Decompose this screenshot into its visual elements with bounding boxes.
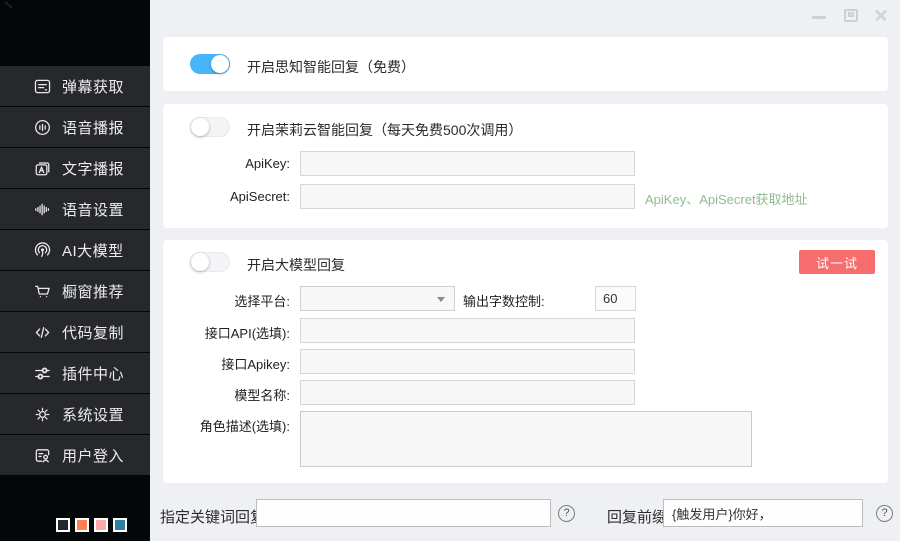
- sidebar-item-label: 代码复制: [62, 322, 124, 343]
- text-broadcast-icon: [33, 159, 52, 178]
- sidebar-item-label: 语音播报: [62, 117, 124, 138]
- model-name-input[interactable]: [300, 380, 635, 405]
- sidebar-item-plugin-center[interactable]: 插件中心: [0, 353, 150, 393]
- platform-label: 选择平台:: [163, 291, 290, 310]
- user-card-icon: [33, 446, 52, 465]
- apisecret-label: ApiSecret:: [163, 189, 290, 204]
- chevron-down-icon: [437, 297, 445, 302]
- sliders-icon: [33, 364, 52, 383]
- sidebar-item-label: 用户登入: [62, 445, 124, 466]
- wordcount-label: 输出字数控制:: [463, 291, 545, 310]
- cart-icon: [33, 282, 52, 301]
- danmu-list-icon: [33, 77, 52, 96]
- bigmodel-toggle-label: 开启大模型回复: [247, 255, 345, 275]
- prefix-help-icon[interactable]: ?: [876, 505, 893, 522]
- try-it-button[interactable]: 试一试: [799, 250, 875, 274]
- sidebar-item-label: 橱窗推荐: [62, 281, 124, 302]
- theme-swatch-orange[interactable]: [75, 518, 89, 532]
- api-key-label: 接口Apikey:: [163, 354, 290, 373]
- bigmodel-reply-card: 开启大模型回复 试一试 选择平台: 输出字数控制: 接口API(选填): 接口A…: [163, 240, 888, 483]
- reply-prefix-input[interactable]: [663, 499, 863, 527]
- api-key-input[interactable]: [300, 349, 635, 374]
- apisecret-input[interactable]: [300, 184, 635, 209]
- reply-prefix-label: 回复前缀: [607, 506, 667, 527]
- theme-swatch-teal[interactable]: [113, 518, 127, 532]
- theme-swatches: [56, 518, 127, 532]
- sidebar-item-label: AI大模型: [62, 240, 124, 261]
- sizhi-toggle-label: 开启思知智能回复（免费）: [247, 57, 415, 77]
- sidebar-item-danmu[interactable]: 弹幕获取: [0, 66, 150, 106]
- role-desc-textarea[interactable]: [300, 411, 752, 467]
- equalizer-icon: [33, 200, 52, 219]
- apikey-get-address-link[interactable]: ApiKey、ApiSecret获取地址: [645, 189, 808, 208]
- toggle-knob: [191, 253, 209, 271]
- main-content: 开启思知智能回复（免费） 开启茉莉云智能回复（每天免费500次调用） ApiKe…: [150, 0, 900, 541]
- theme-swatch-dark[interactable]: [56, 518, 70, 532]
- theme-swatch-pink[interactable]: [94, 518, 108, 532]
- model-name-label: 模型名称:: [163, 385, 290, 404]
- keyword-help-icon[interactable]: ?: [558, 505, 575, 522]
- toggle-knob: [191, 118, 209, 136]
- sidebar-item-user-login[interactable]: 用户登入: [0, 435, 150, 475]
- sidebar-menu: 弹幕获取 语音播报 文字播报 语音设置: [0, 66, 150, 476]
- apikey-input[interactable]: [300, 151, 635, 176]
- wordcount-input[interactable]: [595, 286, 636, 311]
- moli-reply-card: 开启茉莉云智能回复（每天免费500次调用） ApiKey: ApiSecret:…: [163, 104, 888, 228]
- sidebar-item-voice-settings[interactable]: 语音设置: [0, 189, 150, 229]
- sidebar-item-label: 系统设置: [62, 404, 124, 425]
- gear-icon: [33, 405, 52, 424]
- logo-mark: [4, 1, 12, 8]
- voice-broadcast-icon: [33, 118, 52, 137]
- maximize-icon: [848, 12, 854, 17]
- keyword-reply-label: 指定关键词回复: [160, 506, 265, 527]
- code-icon: [33, 323, 52, 342]
- bigmodel-toggle[interactable]: [190, 252, 230, 272]
- sidebar-item-label: 文字播报: [62, 158, 124, 179]
- moli-toggle[interactable]: [190, 117, 230, 137]
- sidebar-item-label: 插件中心: [62, 363, 124, 384]
- sidebar-item-label: 语音设置: [62, 199, 124, 220]
- minimize-button[interactable]: [812, 16, 826, 19]
- sidebar-item-text-broadcast[interactable]: 文字播报: [0, 148, 150, 188]
- sidebar-item-voice-broadcast[interactable]: 语音播报: [0, 107, 150, 147]
- sidebar-item-system-settings[interactable]: 系统设置: [0, 394, 150, 434]
- sidebar-item-code-copy[interactable]: 代码复制: [0, 312, 150, 352]
- app-window: 弹幕获取 语音播报 文字播报 语音设置: [0, 0, 900, 541]
- moli-toggle-label: 开启茉莉云智能回复（每天免费500次调用）: [247, 120, 522, 140]
- sidebar-item-shop-window[interactable]: 橱窗推荐: [0, 271, 150, 311]
- platform-select[interactable]: [300, 286, 455, 311]
- sidebar-item-ai-model[interactable]: AI大模型: [0, 230, 150, 270]
- api-url-label: 接口API(选填):: [163, 323, 290, 342]
- toggle-knob: [211, 55, 229, 73]
- sidebar: 弹幕获取 语音播报 文字播报 语音设置: [0, 0, 150, 541]
- role-desc-label: 角色描述(选填):: [163, 416, 290, 435]
- maximize-button[interactable]: [844, 9, 858, 22]
- api-url-input[interactable]: [300, 318, 635, 343]
- close-button[interactable]: [874, 9, 888, 22]
- ai-model-icon: [33, 241, 52, 260]
- sizhi-toggle[interactable]: [190, 54, 230, 74]
- sizhi-reply-card: 开启思知智能回复（免费）: [163, 37, 888, 91]
- keyword-reply-input[interactable]: [256, 499, 551, 527]
- sidebar-item-label: 弹幕获取: [62, 76, 124, 97]
- apikey-label: ApiKey:: [163, 156, 290, 171]
